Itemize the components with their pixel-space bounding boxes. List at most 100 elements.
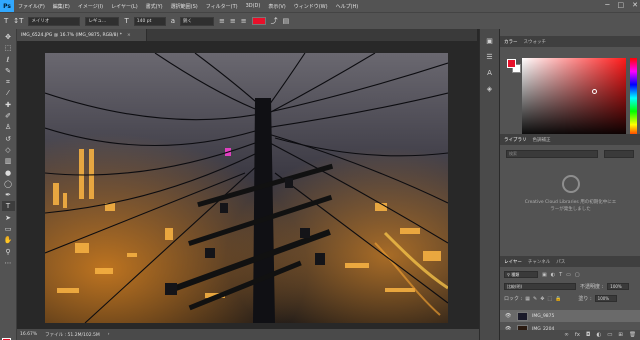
lock-label: ロック :: [504, 296, 523, 302]
adjustment-layer-icon[interactable]: ◐: [596, 332, 601, 338]
blend-mode-select[interactable]: 比較(明): [504, 283, 576, 290]
align-center-icon[interactable]: ≡: [230, 17, 236, 25]
blur-tool-icon[interactable]: ●: [2, 168, 15, 178]
tab-libraries[interactable]: ライブラリ: [504, 137, 527, 143]
filter-smart-icon[interactable]: ▢: [575, 272, 580, 278]
menu-bar: Ps ファイル(F) 編集(E) イメージ(I) レイヤー(L) 書式(Y) 選…: [0, 0, 640, 12]
text-orientation-icon[interactable]: ↕T: [13, 17, 23, 25]
lock-image-icon[interactable]: ✎: [533, 296, 537, 302]
font-family-select[interactable]: メイリオ: [28, 16, 81, 26]
menu-layer[interactable]: レイヤー(L): [107, 3, 142, 10]
font-size-select[interactable]: 140 pt: [133, 16, 166, 26]
filter-adjust-icon[interactable]: ◐: [551, 272, 555, 278]
tab-color[interactable]: カラー: [504, 39, 518, 45]
more-tools-icon[interactable]: ⋯: [2, 258, 15, 268]
type-tool-icon[interactable]: T: [4, 17, 8, 25]
history-brush-tool-icon[interactable]: ↺: [2, 134, 15, 144]
lock-all-icon[interactable]: 🔒: [555, 296, 561, 302]
tab-layers[interactable]: レイヤー: [504, 259, 522, 265]
marquee-tool-icon[interactable]: ⬚: [2, 43, 15, 53]
gradient-tool-icon[interactable]: ▥: [2, 156, 15, 166]
menu-3d[interactable]: 3D(D): [242, 3, 265, 9]
font-size-icon: T: [124, 17, 129, 25]
clone-stamp-tool-icon[interactable]: ♙: [2, 122, 15, 132]
menu-type[interactable]: 書式(Y): [142, 3, 167, 10]
history-panel-icon[interactable]: ▣: [486, 37, 493, 45]
antialias-select[interactable]: 鋭く: [180, 16, 215, 26]
add-mask-icon[interactable]: ◘: [586, 332, 590, 338]
tab-paths[interactable]: パス: [556, 259, 565, 265]
menu-select[interactable]: 選択範囲(S): [167, 3, 202, 10]
color-picker-cursor[interactable]: [592, 89, 597, 94]
move-tool-icon[interactable]: ✥: [2, 32, 15, 42]
menu-filter[interactable]: フィルター(T): [202, 3, 242, 10]
filter-type-icon[interactable]: T: [559, 272, 562, 278]
layer-style-icon[interactable]: fx: [575, 332, 580, 338]
crop-tool-icon[interactable]: ⌗: [2, 77, 15, 87]
close-window-button[interactable]: ✕: [632, 1, 638, 9]
healing-brush-tool-icon[interactable]: ✚: [2, 100, 15, 110]
align-right-icon[interactable]: ≡: [241, 17, 247, 25]
brush-tool-icon[interactable]: ✐: [2, 111, 15, 121]
eraser-tool-icon[interactable]: ◇: [2, 145, 15, 155]
warp-text-icon[interactable]: ⤴: [271, 16, 278, 26]
eyedropper-tool-icon[interactable]: ⁄: [2, 88, 15, 98]
delete-layer-icon[interactable]: 🗑: [629, 332, 636, 338]
library-error-message: Creative Cloud Libraries 用の初期化中にエ ラーが発生し…: [524, 200, 617, 212]
menu-help[interactable]: ヘルプ(H): [332, 3, 363, 10]
menu-file[interactable]: ファイル(F): [14, 3, 49, 10]
character-panel-icon[interactable]: ▤: [283, 17, 290, 25]
quick-select-tool-icon[interactable]: ✎: [2, 66, 15, 76]
library-view-select[interactable]: [604, 150, 634, 158]
new-group-icon[interactable]: ▭: [607, 332, 612, 338]
align-left-icon[interactable]: ≡: [219, 17, 225, 25]
maximize-button[interactable]: □: [618, 1, 625, 9]
3d-panel-icon[interactable]: ◈: [487, 85, 492, 93]
opacity-input[interactable]: 100%: [607, 283, 630, 290]
fill-label: 塗り :: [578, 296, 592, 302]
minimize-button[interactable]: ─: [605, 1, 609, 9]
status-arrow-icon[interactable]: ›: [108, 332, 110, 337]
menu-edit[interactable]: 編集(E): [49, 3, 74, 10]
lock-transparency-icon[interactable]: ▦: [525, 296, 530, 302]
layer-kind-filter[interactable]: ⚲ 種類: [504, 271, 538, 278]
hue-slider[interactable]: [630, 58, 637, 138]
fill-input[interactable]: 100%: [594, 295, 617, 302]
character-panel-icon[interactable]: A: [487, 69, 492, 77]
path-select-tool-icon[interactable]: ➤: [2, 213, 15, 223]
lasso-tool-icon[interactable]: ℓ: [2, 55, 15, 65]
lock-artboard-icon[interactable]: ⬚: [547, 296, 552, 302]
color-field[interactable]: [522, 58, 626, 138]
font-style-select[interactable]: レギュ...: [85, 16, 120, 26]
lock-position-icon[interactable]: ✥: [540, 296, 544, 302]
filter-pixel-icon[interactable]: ▣: [542, 272, 547, 278]
layers-footer: ∞ fx ◘ ◐ ▭ ⊞ 🗑: [500, 330, 640, 340]
new-layer-icon[interactable]: ⊞: [618, 332, 623, 338]
visibility-eye-icon[interactable]: 👁: [505, 313, 513, 319]
type-tool-icon[interactable]: T: [1, 201, 15, 212]
file-info[interactable]: ファイル : 51.2M/102.5M: [45, 332, 100, 338]
shape-tool-icon[interactable]: ▭: [2, 224, 15, 234]
library-search-input[interactable]: 検索: [506, 150, 598, 158]
menu-window[interactable]: ウィンドウ(W): [290, 3, 332, 10]
pen-tool-icon[interactable]: ✒: [2, 190, 15, 200]
link-layers-icon[interactable]: ∞: [564, 332, 569, 338]
tab-swatches[interactable]: スウォッチ: [524, 39, 547, 45]
menu-image[interactable]: イメージ(I): [74, 3, 107, 10]
zoom-level[interactable]: 16.67%: [20, 332, 37, 337]
filter-shape-icon[interactable]: ▭: [566, 272, 571, 278]
text-color-swatch[interactable]: [251, 17, 266, 25]
properties-panel-icon[interactable]: ☰: [486, 53, 492, 61]
hand-tool-icon[interactable]: ✋: [2, 235, 15, 245]
creative-cloud-icon: [562, 175, 580, 193]
panel-foreground-swatch[interactable]: [507, 59, 516, 68]
dodge-tool-icon[interactable]: ◯: [2, 179, 15, 189]
document-canvas[interactable]: [45, 53, 448, 323]
layer-row[interactable]: 👁 IMG_9875: [500, 310, 640, 322]
close-tab-icon[interactable]: ×: [127, 33, 131, 38]
menu-view[interactable]: 表示(V): [264, 3, 289, 10]
tab-channels[interactable]: チャンネル: [528, 259, 550, 265]
document-tab[interactable]: IMG_6524.JPG @ 16.7% (IMG_9875, RGB/8) *…: [17, 29, 147, 41]
zoom-tool-icon[interactable]: ⚲: [2, 247, 15, 257]
tab-adjustments[interactable]: 色調補正: [533, 137, 551, 143]
